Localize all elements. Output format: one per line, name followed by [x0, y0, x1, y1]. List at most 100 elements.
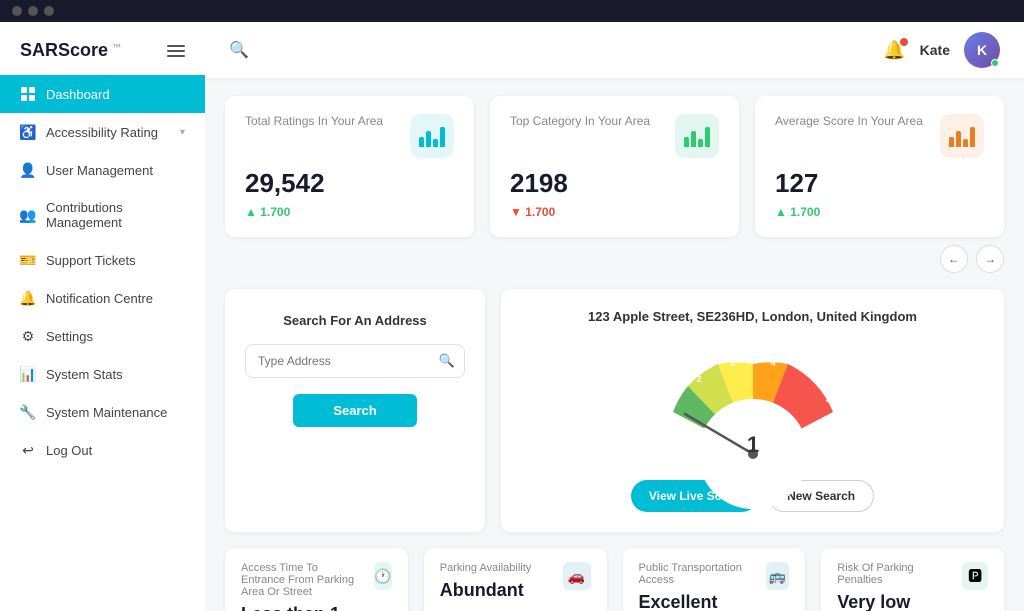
sidebar-logo-area: SARScore ™ — [0, 22, 205, 75]
bottom-card-value: Abundant — [440, 580, 532, 601]
address-search-card: Search For An Address 🔍 Search — [225, 289, 485, 532]
stat-card-header: Top Category In Your Area — [510, 114, 719, 158]
chevron-down-icon: ▾ — [180, 127, 185, 138]
gauge-address: 123 Apple Street, SE236HD, London, Unite… — [588, 309, 917, 324]
address-input-wrap: 🔍 — [245, 344, 465, 378]
middle-row: Search For An Address 🔍 Search 123 Apple… — [225, 289, 1004, 532]
ticket-icon: 🎫 — [20, 252, 36, 268]
bottom-card-label: Parking Availability — [440, 562, 532, 574]
search-card-title: Search For An Address — [283, 313, 427, 328]
header-search[interactable]: 🔍 — [229, 40, 883, 60]
next-arrow-button[interactable]: → — [976, 245, 1004, 273]
titlebar-dot-3 — [44, 6, 54, 16]
titlebar-dot-2 — [28, 6, 38, 16]
sidebar-item-label: Log Out — [46, 443, 185, 458]
car-icon: 🚗 — [563, 562, 591, 590]
users-icon: 👥 — [20, 207, 36, 223]
header-username: Kate — [920, 42, 950, 58]
stat-change: ▲ 1.700 — [775, 205, 984, 219]
svg-text:5: 5 — [825, 394, 830, 404]
sidebar-item-label: Dashboard — [46, 87, 185, 102]
bell-notification-dot — [900, 38, 908, 46]
stat-card-top-category: Top Category In Your Area 2198 ▼ 1.700 — [490, 96, 739, 237]
main-content: 🔍 🔔 Kate K Total Ratings In — [205, 22, 1024, 611]
app-body: SARScore ™ Dashboard ♿ — [0, 22, 1024, 611]
sidebar-item-label: System Maintenance — [46, 405, 185, 420]
gauge-card: 123 Apple Street, SE236HD, London, Unite… — [501, 289, 1004, 532]
prev-arrow-button[interactable]: ← — [940, 245, 968, 273]
chart-icon: 📊 — [20, 366, 36, 382]
wrench-icon: 🔧 — [20, 404, 36, 420]
svg-text:3: 3 — [730, 358, 735, 368]
stats-row: Total Ratings In Your Area 29,542 ▲ 1.70… — [225, 96, 1004, 237]
bottom-card-value: Very low — [837, 592, 952, 611]
sidebar-item-user-management[interactable]: 👤 User Management — [0, 151, 205, 189]
stat-card-average-score: Average Score In Your Area 127 ▲ 1.700 — [755, 96, 1004, 237]
search-button[interactable]: Search — [293, 394, 416, 427]
bottom-card-label: Risk Of Parking Penalties — [837, 562, 952, 586]
sidebar-item-support[interactable]: 🎫 Support Tickets — [0, 241, 205, 279]
bottom-cards-row: Access Time To Entrance From Parking Are… — [225, 548, 1004, 611]
sidebar-item-logout[interactable]: ↩ Log Out — [0, 431, 205, 469]
stat-card-total-ratings: Total Ratings In Your Area 29,542 ▲ 1.70… — [225, 96, 474, 237]
titlebar-dot-1 — [12, 6, 22, 16]
stat-change: ▼ 1.700 — [510, 205, 719, 219]
clock-icon: 🕐 — [374, 562, 391, 590]
titlebar — [0, 0, 1024, 22]
sidebar-item-stats[interactable]: 📊 System Stats — [0, 355, 205, 393]
stat-value: 29,542 — [245, 168, 454, 199]
bottom-card-content: Public Transportation Access Excellent — [639, 562, 756, 611]
parking-icon: 🅿 — [962, 562, 988, 590]
stat-value: 2198 — [510, 168, 719, 199]
bottom-card-risk: Risk Of Parking Penalties Very low 🅿 — [821, 548, 1004, 611]
sidebar-item-notifications[interactable]: 🔔 Notification Centre — [0, 279, 205, 317]
app-logo-text: SARScore — [20, 40, 108, 61]
stat-change: ▲ 1.700 — [245, 205, 454, 219]
avatar: K — [964, 32, 1000, 68]
sidebar-item-settings[interactable]: ⚙ Settings — [0, 317, 205, 355]
stat-icon-total — [410, 114, 454, 158]
avatar-online-indicator — [991, 59, 999, 67]
sidebar-item-label: Contributions Management — [46, 200, 185, 230]
hamburger-menu[interactable] — [167, 45, 185, 57]
sidebar-item-label: Support Tickets — [46, 253, 185, 268]
stat-icon-average — [940, 114, 984, 158]
sidebar-item-maintenance[interactable]: 🔧 System Maintenance — [0, 393, 205, 431]
stat-title: Total Ratings In Your Area — [245, 114, 383, 128]
header-right: 🔔 Kate K — [883, 32, 1000, 68]
content-area: Total Ratings In Your Area 29,542 ▲ 1.70… — [205, 78, 1024, 611]
grid-icon — [20, 86, 36, 102]
bottom-card-value: Less than 1 minute — [241, 604, 364, 611]
sidebar-item-accessibility[interactable]: ♿ Accessibility Rating ▾ — [0, 113, 205, 151]
bottom-card-value: Excellent — [639, 592, 756, 611]
sidebar-item-label: Accessibility Rating — [46, 125, 170, 140]
stat-card-header: Total Ratings In Your Area — [245, 114, 454, 158]
sidebar-item-label: Notification Centre — [46, 291, 185, 306]
logout-icon: ↩ — [20, 442, 36, 458]
stat-card-header: Average Score In Your Area — [775, 114, 984, 158]
gauge-svg: 1 1 2 3 4 5 — [643, 344, 863, 464]
gear-icon: ⚙ — [20, 328, 36, 344]
bottom-card-parking: Parking Availability Abundant 🚗 — [424, 548, 607, 611]
sidebar-item-dashboard[interactable]: Dashboard — [0, 75, 205, 113]
bus-icon: 🚌 — [766, 562, 789, 590]
search-icon: 🔍 — [229, 40, 249, 60]
nav-arrows: ← → — [225, 245, 1004, 273]
svg-text:2: 2 — [696, 374, 701, 384]
sidebar-item-label: System Stats — [46, 367, 185, 382]
bottom-card-content: Access Time To Entrance From Parking Are… — [241, 562, 364, 611]
header: 🔍 🔔 Kate K — [205, 22, 1024, 78]
sidebar-item-label: Settings — [46, 329, 185, 344]
bottom-card-content: Parking Availability Abundant — [440, 562, 532, 601]
sidebar-item-label: User Management — [46, 163, 185, 178]
stat-value: 127 — [775, 168, 984, 199]
bottom-card-label: Access Time To Entrance From Parking Are… — [241, 562, 364, 598]
bottom-card-label: Public Transportation Access — [639, 562, 756, 586]
stat-icon-category — [675, 114, 719, 158]
notification-bell[interactable]: 🔔 — [883, 40, 905, 61]
stat-title: Average Score In Your Area — [775, 114, 923, 128]
sidebar-item-contributions[interactable]: 👥 Contributions Management — [0, 189, 205, 241]
bottom-card-content: Risk Of Parking Penalties Very low — [837, 562, 952, 611]
address-input[interactable] — [245, 344, 465, 378]
stat-title: Top Category In Your Area — [510, 114, 650, 128]
